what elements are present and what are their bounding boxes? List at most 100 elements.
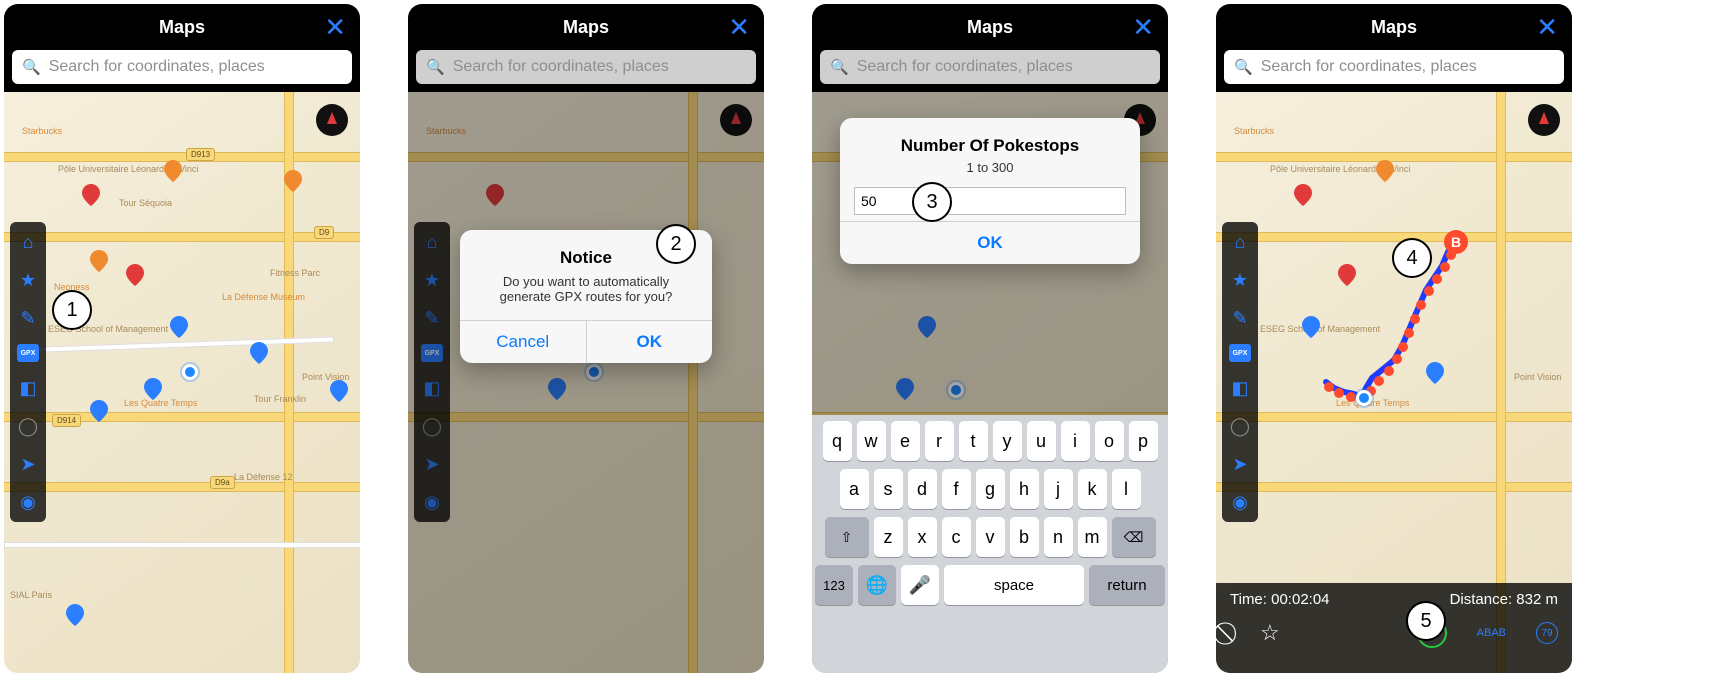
gpx-icon[interactable]: GPX [17,344,39,362]
ok-button[interactable]: OK [840,221,1140,264]
map-area[interactable]: Starbucks ⌂ ★ ✎ GPX ◧ ◯ ➤ ◉ Notice Do yo… [408,92,764,673]
compass-icon[interactable] [316,104,348,136]
key-d[interactable]: d [908,469,937,509]
key-p[interactable]: p [1129,421,1158,461]
map-pin[interactable] [1302,316,1320,338]
close-icon[interactable]: ✕ [1536,12,1558,43]
locate-icon[interactable]: ◉ [16,490,40,514]
ok-button[interactable]: OK [586,321,713,363]
key-e[interactable]: e [891,421,920,461]
star-icon[interactable]: ★ [1228,268,1252,292]
map-pin[interactable] [164,160,182,182]
map-pin[interactable] [1338,264,1356,286]
favorite-icon[interactable]: ☆ [1260,620,1280,646]
titlebar: Maps ✕ [408,4,764,50]
alert-message: Do you want to automatically generate GP… [460,272,712,320]
pokemon-icon[interactable]: ◧ [1228,376,1252,400]
map-pin[interactable] [144,378,162,400]
key-r[interactable]: r [925,421,954,461]
key-g[interactable]: g [976,469,1005,509]
key-f[interactable]: f [942,469,971,509]
title: Maps [563,17,609,38]
round-counter[interactable]: 79 [1536,622,1558,644]
close-icon[interactable]: ✕ [324,12,346,43]
phone-screen-3: Maps ✕ 🔍 Search for coordinates, places … [812,4,1168,673]
map-pin[interactable] [66,604,84,626]
home-icon[interactable]: ⌂ [1228,230,1252,254]
key-t[interactable]: t [959,421,988,461]
key-u[interactable]: u [1027,421,1056,461]
map-area[interactable]: Starbucks Pôle Universitaire Léonard de … [4,92,360,673]
key-numbers[interactable]: 123 [815,565,853,605]
map-area[interactable]: Number Of Pokestops 1 to 300 OK 3 q w e … [812,92,1168,673]
close-icon[interactable]: ✕ [728,12,750,43]
key-z[interactable]: z [874,517,903,557]
star-icon[interactable]: ★ [16,268,40,292]
side-toolbar: ⌂ ★ ✎ GPX ◧ ◯ ➤ ◉ [10,222,46,522]
step-badge-2: 2 [656,224,696,264]
road-badge: D913 [186,148,215,161]
abab-label[interactable]: ABAB [1477,627,1506,639]
key-o[interactable]: o [1095,421,1124,461]
map-pin[interactable] [170,316,188,338]
map-pin[interactable] [1376,160,1394,182]
pokemon-icon[interactable]: ◧ [16,376,40,400]
key-backspace[interactable]: ⌫ [1112,517,1156,557]
map-pin[interactable] [90,250,108,272]
search-input[interactable]: 🔍 Search for coordinates, places [1224,50,1564,84]
pokeball-icon[interactable]: ◯ [1228,414,1252,438]
search-input[interactable]: 🔍 Search for coordinates, places [416,50,756,84]
key-b[interactable]: b [1010,517,1039,557]
key-return[interactable]: return [1089,565,1165,605]
map-pin[interactable] [1426,362,1444,384]
pokestops-input[interactable] [854,187,1126,215]
searchbar-wrap: 🔍 Search for coordinates, places [408,50,764,92]
search-input[interactable]: 🔍 Search for coordinates, places [820,50,1160,84]
key-i[interactable]: i [1061,421,1090,461]
pokeball-icon[interactable]: ◯ [16,414,40,438]
map-pin[interactable] [82,184,100,206]
key-n[interactable]: n [1044,517,1073,557]
map-pin[interactable] [1294,184,1312,206]
map-label: SIAL Paris [10,590,52,600]
map-pin[interactable] [330,380,348,402]
cancel-button[interactable]: Cancel [460,321,586,363]
map-pin[interactable] [250,342,268,364]
route-icon[interactable]: ✎ [1228,306,1252,330]
key-k[interactable]: k [1078,469,1107,509]
map-area[interactable]: Starbucks Pôle Universitaire Léonard de … [1216,92,1572,673]
close-icon[interactable]: ✕ [1132,12,1154,43]
map-pin[interactable] [90,400,108,422]
locate-icon[interactable]: ◉ [1228,490,1252,514]
key-space[interactable]: space [944,565,1084,605]
key-j[interactable]: j [1044,469,1073,509]
compass-icon[interactable] [1528,104,1560,136]
key-v[interactable]: v [976,517,1005,557]
key-w[interactable]: w [857,421,886,461]
key-q[interactable]: q [823,421,852,461]
home-icon[interactable]: ⌂ [16,230,40,254]
title: Maps [967,17,1013,38]
key-h[interactable]: h [1010,469,1039,509]
key-mic[interactable]: 🎤 [901,565,939,605]
key-x[interactable]: x [908,517,937,557]
key-c[interactable]: c [942,517,971,557]
key-l[interactable]: l [1112,469,1141,509]
key-y[interactable]: y [993,421,1022,461]
pokestops-alert: Number Of Pokestops 1 to 300 OK [840,118,1140,264]
key-globe[interactable]: 🌐 [858,565,896,605]
map-pin[interactable] [126,264,144,286]
keyboard-row-4: 123 🌐 🎤 space return [815,565,1165,605]
key-a[interactable]: a [840,469,869,509]
nav-arrow-icon[interactable]: ➤ [16,452,40,476]
search-input[interactable]: 🔍 Search for coordinates, places [12,50,352,84]
route-icon[interactable]: ✎ [16,306,40,330]
route-dot [1416,300,1426,310]
key-shift[interactable]: ⇧ [825,517,869,557]
gpx-icon[interactable]: GPX [1229,344,1251,362]
key-s[interactable]: s [874,469,903,509]
key-m[interactable]: m [1078,517,1107,557]
nav-arrow-icon[interactable]: ➤ [1228,452,1252,476]
map-pin[interactable] [284,170,302,192]
route-dot [1324,382,1334,392]
